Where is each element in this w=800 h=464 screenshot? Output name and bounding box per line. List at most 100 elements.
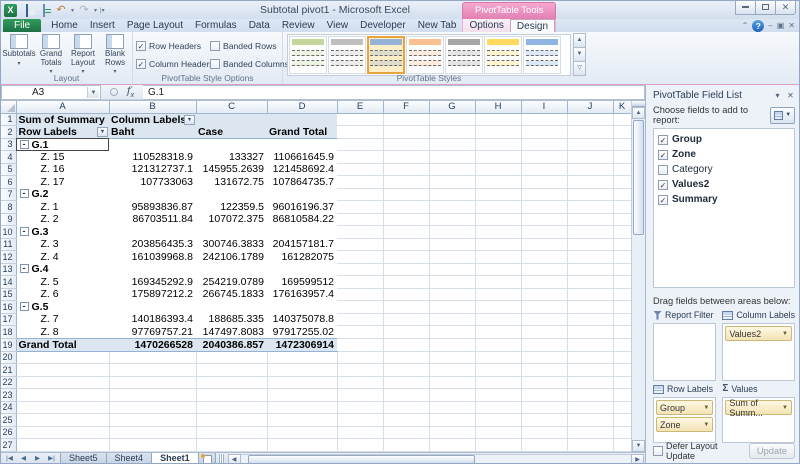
empty-cell[interactable] (383, 226, 429, 239)
horizontal-scroll-thumb[interactable] (248, 455, 474, 464)
name-box-dropdown-icon[interactable]: ▼ (87, 87, 99, 98)
field-item-category[interactable]: Category (658, 162, 790, 177)
row-header-14[interactable]: 14 (1, 276, 16, 289)
tab-data[interactable]: Data (243, 19, 276, 32)
empty-cell[interactable] (475, 326, 521, 339)
style-swatch-7[interactable] (523, 36, 561, 74)
empty-cell[interactable] (475, 126, 521, 139)
empty-cell[interactable] (613, 301, 631, 314)
pane-close-icon[interactable]: ✕ (784, 91, 797, 100)
pivot-cell[interactable] (196, 113, 267, 126)
pivot-cell[interactable]: Column Labels▼ (109, 113, 196, 126)
empty-cell[interactable] (475, 389, 521, 402)
empty-cell[interactable] (337, 213, 383, 226)
empty-cell[interactable] (383, 113, 429, 126)
empty-cell[interactable] (429, 288, 475, 301)
excel-logo-icon[interactable]: X (4, 4, 17, 17)
workbook-restore-icon[interactable]: ▣ (777, 20, 785, 32)
empty-cell[interactable] (383, 263, 429, 276)
empty-cell[interactable] (613, 376, 631, 389)
empty-cell[interactable] (475, 201, 521, 214)
empty-cell[interactable] (383, 151, 429, 164)
empty-cell[interactable] (109, 426, 196, 439)
collapse-group-icon[interactable]: - (20, 189, 29, 198)
empty-cell[interactable] (567, 263, 613, 276)
empty-cell[interactable] (337, 313, 383, 326)
empty-cell[interactable] (337, 226, 383, 239)
pivot-group-cell[interactable]: -G.4 (16, 263, 109, 276)
row-header-6[interactable]: 6 (1, 176, 16, 189)
field-item-zone[interactable]: ✓Zone (658, 147, 790, 162)
pivot-value-cell[interactable]: 242106.1789 (196, 251, 267, 264)
empty-cell[interactable] (567, 326, 613, 339)
zone-checkbox[interactable]: ✓ (658, 150, 668, 160)
area-box-row-labels[interactable]: Group▼Zone▼ (653, 397, 716, 443)
empty-cell[interactable] (383, 389, 429, 402)
empty-cell[interactable] (521, 338, 567, 351)
empty-cell[interactable] (337, 188, 383, 201)
pivot-cell[interactable] (196, 138, 267, 151)
empty-cell[interactable] (567, 364, 613, 377)
banded-rows-checkbox[interactable] (210, 41, 220, 51)
empty-cell[interactable] (337, 401, 383, 414)
grand-totals-button[interactable]: Grand Totals▾ (35, 34, 67, 75)
pivot-value-cell[interactable]: 121312737.1 (109, 163, 196, 176)
empty-cell[interactable] (267, 439, 337, 452)
next-sheet-icon[interactable]: ▶ (31, 453, 44, 464)
empty-cell[interactable] (337, 163, 383, 176)
pivot-value-cell[interactable]: 97917255.02 (267, 326, 337, 339)
empty-cell[interactable] (613, 389, 631, 402)
pivot-row-label-cell[interactable]: Z. 16 (16, 163, 109, 176)
pivot-value-cell[interactable]: 161039968.8 (109, 251, 196, 264)
empty-cell[interactable] (337, 113, 383, 126)
empty-cell[interactable] (475, 426, 521, 439)
empty-cell[interactable] (429, 238, 475, 251)
last-sheet-icon[interactable]: ▶| (45, 453, 58, 464)
pivot-value-cell[interactable]: 300746.3833 (196, 238, 267, 251)
pivot-cell[interactable]: Baht (109, 126, 196, 139)
field-item-summary[interactable]: ✓Summary (658, 192, 790, 207)
pivot-value-cell[interactable]: 266745.1833 (196, 288, 267, 301)
row-labels-filter-icon[interactable]: ▼ (97, 127, 108, 137)
field-item-values2[interactable]: ✓Values2 (658, 177, 790, 192)
tab-file[interactable]: File (3, 19, 41, 32)
pivot-row-label-cell[interactable]: Z. 1 (16, 201, 109, 214)
vertical-scroll-thumb[interactable] (633, 120, 644, 235)
pivot-row-label-cell[interactable]: Z. 15 (16, 151, 109, 164)
pivot-cell[interactable] (196, 301, 267, 314)
empty-cell[interactable] (521, 288, 567, 301)
empty-cell[interactable] (429, 226, 475, 239)
row-header-27[interactable]: 27 (1, 439, 16, 452)
empty-cell[interactable] (429, 326, 475, 339)
pivot-value-cell[interactable]: 133327 (196, 151, 267, 164)
empty-cell[interactable] (337, 376, 383, 389)
pivot-value-cell[interactable]: 169345292.9 (109, 276, 196, 289)
empty-cell[interactable] (567, 163, 613, 176)
empty-cell[interactable] (613, 439, 631, 452)
pivot-value-cell[interactable]: 121458692.4 (267, 163, 337, 176)
row-header-16[interactable]: 16 (1, 301, 16, 314)
empty-cell[interactable] (383, 176, 429, 189)
pivot-value-cell[interactable]: 86810584.22 (267, 213, 337, 226)
pivot-value-cell[interactable]: 107072.375 (196, 213, 267, 226)
empty-cell[interactable] (613, 226, 631, 239)
pivot-cell[interactable] (267, 263, 337, 276)
empty-cell[interactable] (16, 401, 109, 414)
empty-cell[interactable] (567, 414, 613, 427)
empty-cell[interactable] (429, 138, 475, 151)
empty-cell[interactable] (337, 389, 383, 402)
option-column-headers[interactable]: ✓Column Headers (136, 55, 210, 73)
group-checkbox[interactable]: ✓ (658, 135, 668, 145)
pivot-cell[interactable]: 2040386.857 (196, 338, 267, 351)
empty-cell[interactable] (475, 226, 521, 239)
row-header-4[interactable]: 4 (1, 151, 16, 164)
empty-cell[interactable] (337, 126, 383, 139)
empty-cell[interactable] (109, 376, 196, 389)
pivot-cell[interactable] (109, 263, 196, 276)
empty-cell[interactable] (16, 351, 109, 364)
empty-cell[interactable] (429, 313, 475, 326)
empty-cell[interactable] (613, 201, 631, 214)
undo-icon[interactable]: ↶ (54, 4, 68, 17)
empty-cell[interactable] (567, 213, 613, 226)
empty-cell[interactable] (475, 213, 521, 226)
